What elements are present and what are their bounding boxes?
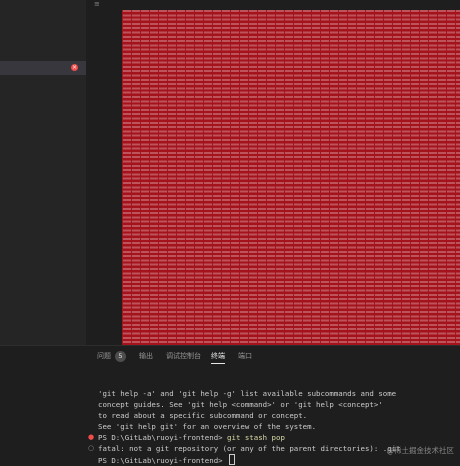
file-icon[interactable]: ≡ [94, 1, 102, 8]
tab-debug-console[interactable]: 调试控制台 [166, 352, 201, 361]
editor-tab-bar: ≡ [86, 0, 460, 10]
terminal-line: See 'git help git' for an overview of th… [98, 422, 317, 431]
line-number-gutter [86, 10, 122, 345]
error-icon: × [71, 64, 78, 71]
command-error-icon[interactable]: ● [88, 432, 94, 443]
highlighted-code-block[interactable] [122, 10, 460, 345]
terminal-prompt: PS D:\GitLab\ruoyi-frontend> [98, 456, 228, 465]
command-pending-icon[interactable]: ○ [88, 443, 94, 454]
panel-tabs: 问题 5 输出 调试控制台 终端 端口 [0, 346, 460, 368]
tab-ports[interactable]: 端口 [238, 352, 252, 361]
terminal-line: 'git help -a' and 'git help -g' list ava… [98, 389, 397, 398]
explorer-sidebar: × [0, 0, 86, 345]
tab-terminal[interactable]: 终端 [211, 352, 225, 364]
watermark: @稀土掘金技术社区 [386, 446, 455, 455]
terminal-command-line: PS D:\GitLab\ruoyi-frontend> git stash p… [98, 432, 453, 443]
terminal-line: concept guides. See 'git help <command>'… [98, 400, 383, 409]
bottom-panel: 问题 5 输出 调试控制台 终端 端口 'git help -a' and 'g… [0, 345, 460, 465]
problems-count-badge: 5 [115, 351, 126, 362]
terminal-line: to read about a specific subcommand or c… [98, 411, 308, 420]
tab-problems[interactable]: 问题 [97, 352, 111, 361]
editor-area: ≡ [86, 0, 460, 345]
terminal-command: git stash pop [227, 433, 285, 442]
terminal-prompt: PS D:\GitLab\ruoyi-frontend> [98, 433, 228, 442]
tab-output[interactable]: 输出 [139, 352, 153, 361]
